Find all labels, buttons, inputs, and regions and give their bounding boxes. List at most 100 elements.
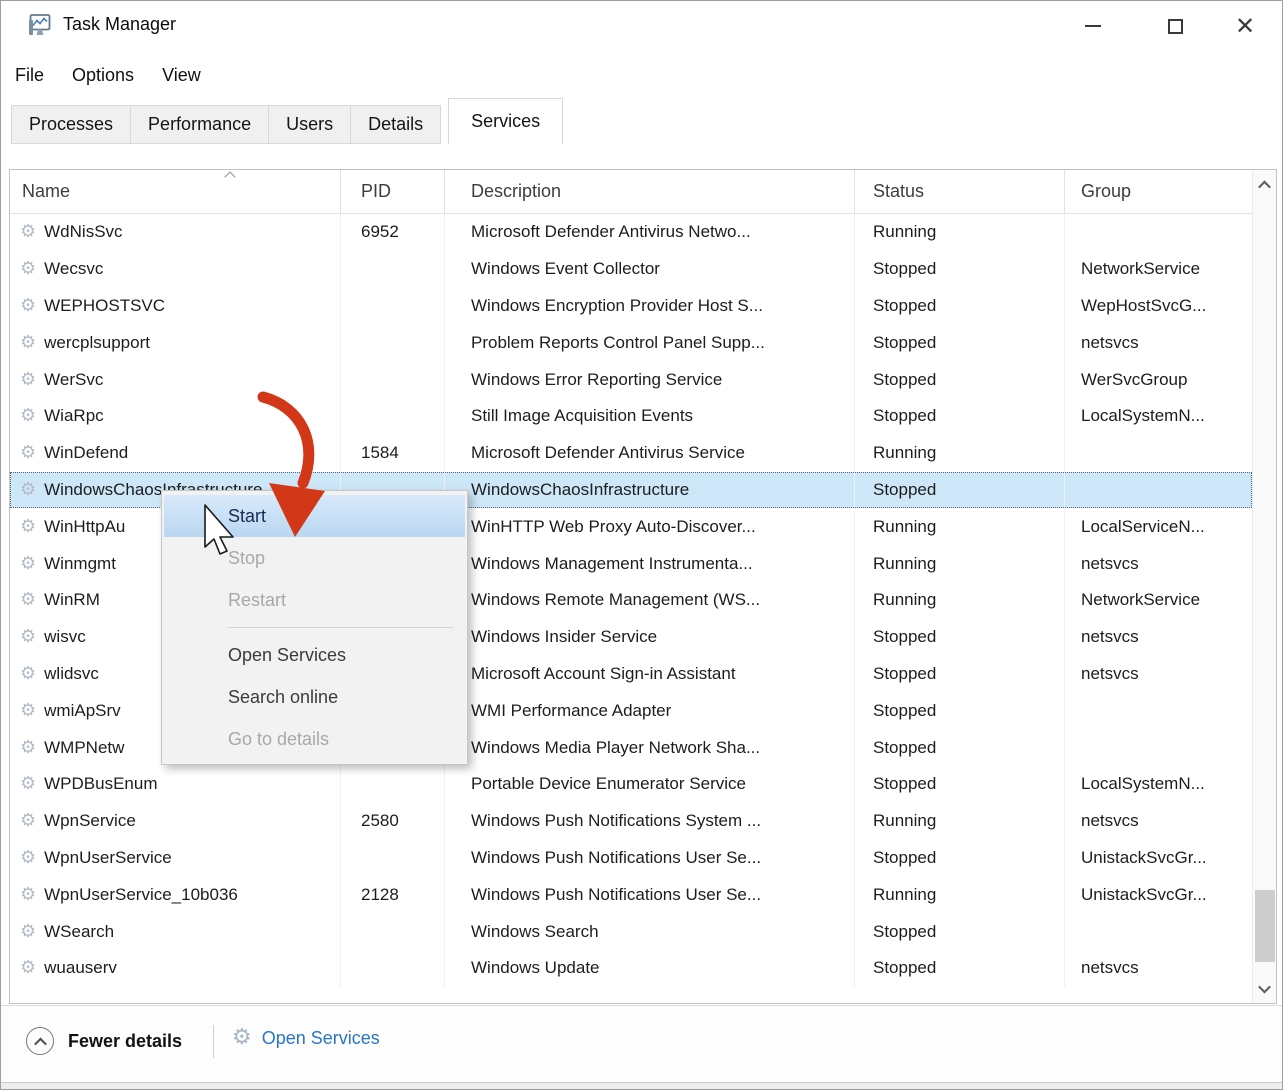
close-button[interactable]: ✕ xyxy=(1216,1,1274,51)
cell-status: Stopped xyxy=(855,766,1065,803)
menu-options[interactable]: Options xyxy=(66,61,140,90)
column-header-pid[interactable]: PID xyxy=(341,170,445,213)
service-name: wisvc xyxy=(44,627,86,647)
cell-status: Stopped xyxy=(855,361,1065,398)
cell-group: netsvcs xyxy=(1065,619,1252,656)
cell-status: Stopped xyxy=(855,950,1065,987)
service-name: WMPNetw xyxy=(44,738,124,758)
cell-name: ⚙WpnUserService xyxy=(10,840,341,877)
column-header-desc[interactable]: Description xyxy=(445,170,855,213)
service-name: WdNisSvc xyxy=(44,222,122,242)
vertical-scrollbar[interactable] xyxy=(1252,170,1276,1003)
cell-status: Running xyxy=(855,435,1065,472)
minimize-icon xyxy=(1085,25,1101,27)
column-header-group[interactable]: Group xyxy=(1065,170,1252,213)
fewer-details-label: Fewer details xyxy=(68,1031,182,1052)
service-row[interactable]: ⚙WpnUserServiceWindows Push Notification… xyxy=(10,840,1252,877)
service-name: WinHttpAu xyxy=(44,517,125,537)
cell-desc: Windows Push Notifications System ... xyxy=(445,803,855,840)
service-row[interactable]: ⚙wuauservWindows UpdateStoppednetsvcs xyxy=(10,950,1252,987)
footer-divider xyxy=(213,1025,214,1058)
cell-name: ⚙WPDBusEnum xyxy=(10,766,341,803)
service-name: WiaRpc xyxy=(44,406,104,426)
fewer-details-button[interactable]: Fewer details xyxy=(26,1027,182,1055)
context-item-open-services[interactable]: Open Services xyxy=(164,634,465,676)
cell-group: LocalSystemN... xyxy=(1065,398,1252,435)
cell-desc: Windows Remote Management (WS... xyxy=(445,582,855,619)
service-gear-icon: ⚙ xyxy=(20,591,36,609)
cell-name: ⚙wercplsupport xyxy=(10,324,341,361)
service-gear-icon: ⚙ xyxy=(20,665,36,683)
tab-services[interactable]: Services xyxy=(448,98,563,144)
cell-group: WepHostSvcG... xyxy=(1065,288,1252,325)
cell-group: netsvcs xyxy=(1065,545,1252,582)
cell-desc: Microsoft Account Sign-in Assistant xyxy=(445,656,855,693)
context-item-restart: Restart xyxy=(164,579,465,621)
service-row[interactable]: ⚙WpnUserService_10b0362128Windows Push N… xyxy=(10,876,1252,913)
cell-group: netsvcs xyxy=(1065,324,1252,361)
service-gear-icon: ⚙ xyxy=(20,223,36,241)
cell-group xyxy=(1065,913,1252,950)
open-services-link[interactable]: ⚙ Open Services xyxy=(232,1027,380,1049)
service-name: wercplsupport xyxy=(44,333,150,353)
tab-performance[interactable]: Performance xyxy=(131,105,269,144)
service-gear-icon: ⚙ xyxy=(20,371,36,389)
service-gear-icon: ⚙ xyxy=(20,628,36,646)
service-row[interactable]: ⚙WPDBusEnumPortable Device Enumerator Se… xyxy=(10,766,1252,803)
context-item-start[interactable]: Start xyxy=(164,495,465,537)
cell-name: ⚙WSearch xyxy=(10,913,341,950)
column-header-name[interactable]: Name xyxy=(10,170,341,213)
service-name: Wecsvc xyxy=(44,259,103,279)
tab-details[interactable]: Details xyxy=(351,105,441,144)
cell-status: Stopped xyxy=(855,324,1065,361)
column-header-status[interactable]: Status xyxy=(855,170,1065,213)
menu-view[interactable]: View xyxy=(156,61,207,90)
tab-users[interactable]: Users xyxy=(269,105,351,144)
cell-group: netsvcs xyxy=(1065,656,1252,693)
scrollbar-thumb[interactable] xyxy=(1255,890,1275,962)
service-row[interactable]: ⚙WerSvcWindows Error Reporting ServiceSt… xyxy=(10,361,1252,398)
service-name: WpnUserService_10b036 xyxy=(44,885,238,905)
cell-name: ⚙ WdNisSvc xyxy=(10,214,341,251)
service-gear-icon: ⚙ xyxy=(20,923,36,941)
services-gear-icon: ⚙ xyxy=(232,1027,252,1049)
cell-status: Running xyxy=(855,803,1065,840)
service-row[interactable]: ⚙wercplsupportProblem Reports Control Pa… xyxy=(10,324,1252,361)
service-row[interactable]: ⚙WinDefend1584Microsoft Defender Antivir… xyxy=(10,435,1252,472)
tab-processes[interactable]: Processes xyxy=(11,105,131,144)
footer-bar: Fewer details ⚙ Open Services xyxy=(1,1005,1282,1089)
task-manager-app-icon xyxy=(28,12,52,40)
service-gear-icon: ⚙ xyxy=(20,886,36,904)
service-gear-icon: ⚙ xyxy=(20,407,36,425)
context-item-go-to-details: Go to details xyxy=(164,718,465,760)
service-row[interactable]: ⚙WecsvcWindows Event CollectorStoppedNet… xyxy=(10,251,1252,288)
context-menu: StartStopRestartOpen ServicesSearch onli… xyxy=(161,490,468,765)
cell-status: Running xyxy=(855,508,1065,545)
context-item-search-online[interactable]: Search online xyxy=(164,676,465,718)
service-row[interactable]: ⚙WpnService2580Windows Push Notification… xyxy=(10,803,1252,840)
service-gear-icon: ⚙ xyxy=(20,812,36,830)
cell-status: Stopped xyxy=(855,472,1065,509)
service-row[interactable]: ⚙WiaRpcStill Image Acquisition EventsSto… xyxy=(10,398,1252,435)
menu-file[interactable]: File xyxy=(9,61,50,90)
scroll-down-button[interactable] xyxy=(1253,973,1276,1003)
maximize-button[interactable] xyxy=(1146,1,1204,51)
service-name: wlidsvc xyxy=(44,664,99,684)
minimize-button[interactable] xyxy=(1064,1,1122,51)
cell-status: Running xyxy=(855,876,1065,913)
collapse-circle-icon xyxy=(26,1027,54,1055)
cell-group: NetworkService xyxy=(1065,251,1252,288)
service-row[interactable]: ⚙WSearchWindows SearchStopped xyxy=(10,913,1252,950)
service-row[interactable]: ⚙WEPHOSTSVCWindows Encryption Provider H… xyxy=(10,288,1252,325)
cell-pid xyxy=(341,361,445,398)
window-frame-edge xyxy=(1,1082,1282,1089)
cell-desc: Windows Push Notifications User Se... xyxy=(445,876,855,913)
cell-status: Stopped xyxy=(855,913,1065,950)
service-name: wuauserv xyxy=(44,958,117,978)
cell-pid: 2580 xyxy=(341,803,445,840)
service-row[interactable]: ⚙WdNisSvc6952Microsoft Defender Antiviru… xyxy=(10,214,1252,251)
cell-group xyxy=(1065,472,1252,509)
scroll-up-button[interactable] xyxy=(1253,170,1276,200)
cell-name: ⚙ WpnUserService_10b036 xyxy=(10,876,341,913)
cell-group: LocalServiceN... xyxy=(1065,508,1252,545)
